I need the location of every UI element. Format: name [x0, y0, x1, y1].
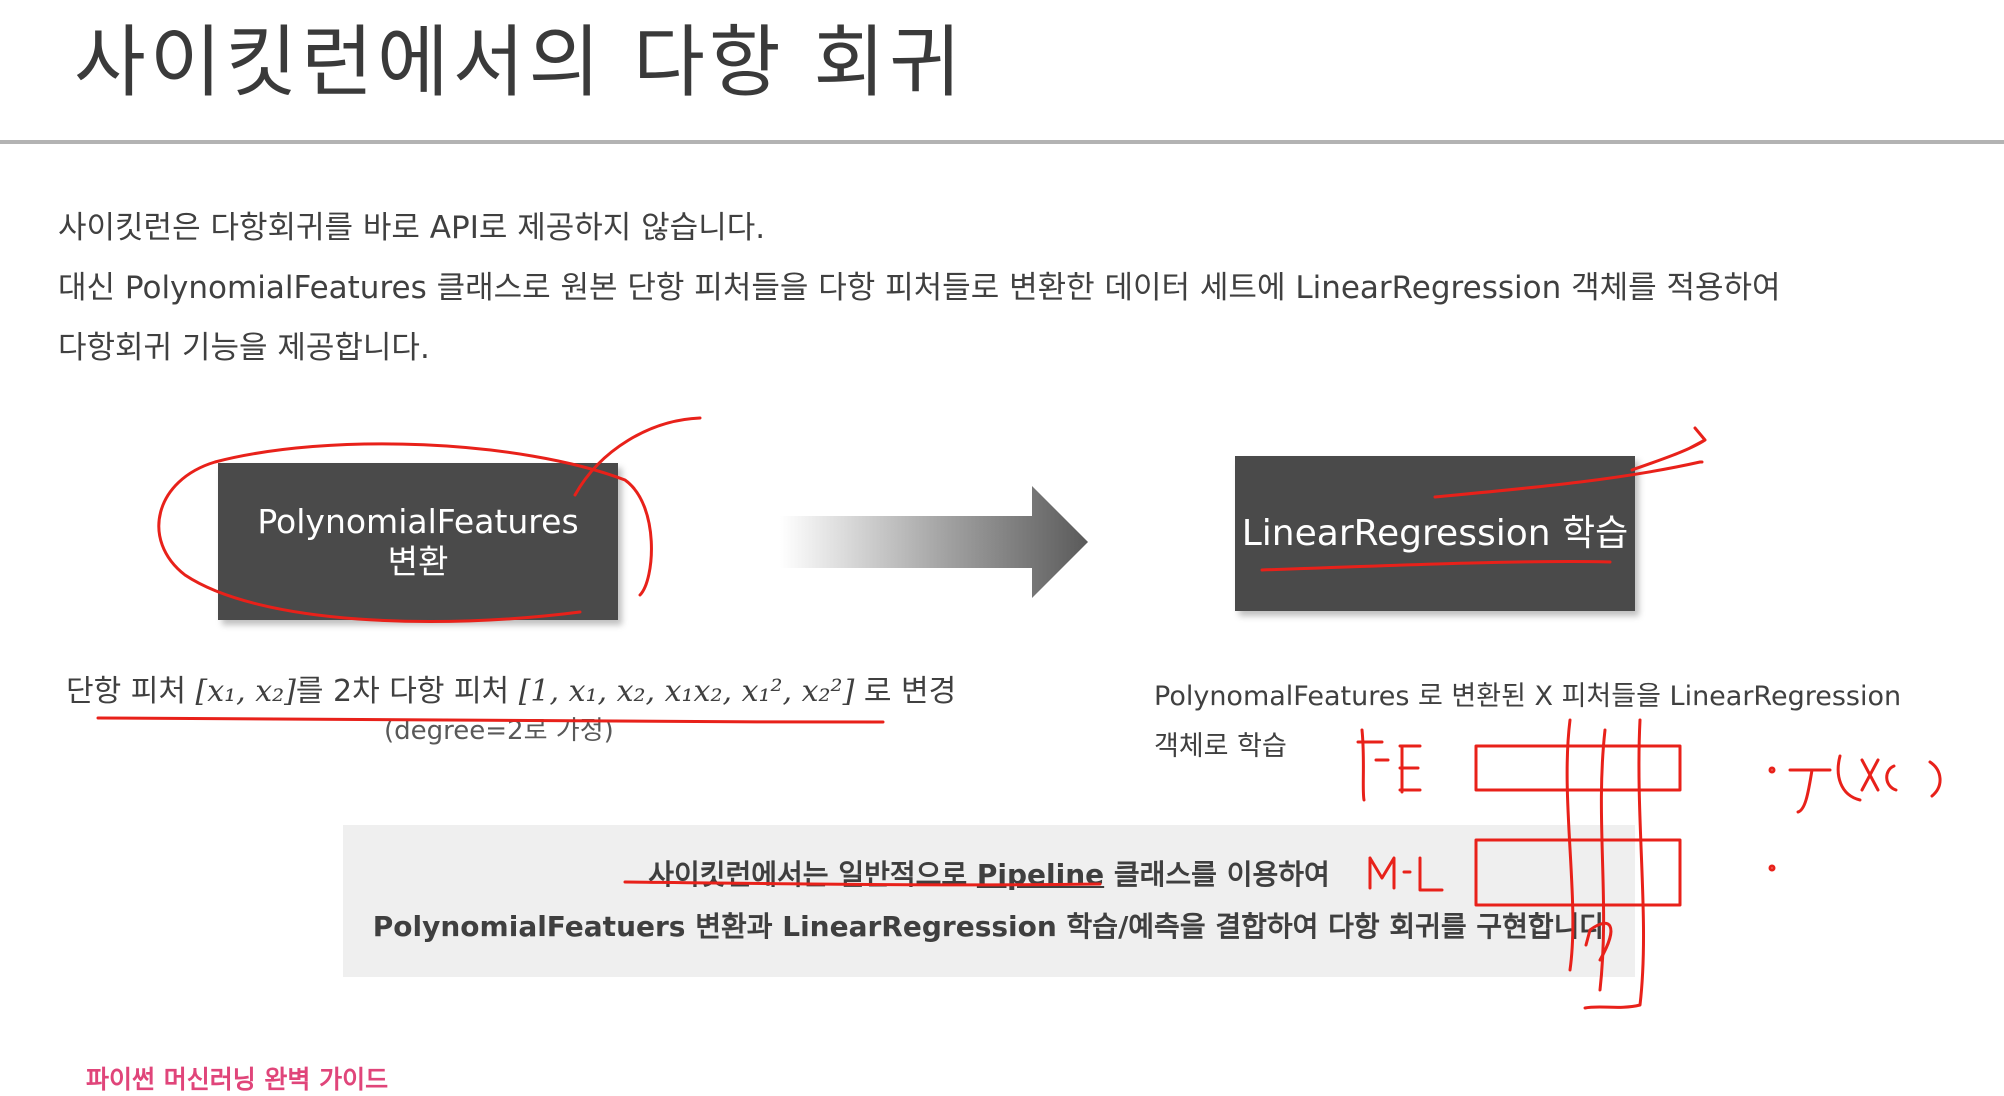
caption-left: 단항 피처 [x₁, x₂]를 2차 다항 피처 [1, x₁, x₂, x₁x…	[66, 666, 956, 710]
pipeline-note-line2: PolynomialFeatuers 변환과 LinearRegression …	[372, 910, 1606, 943]
caption-right: PolynomalFeatures 로 변환된 X 피처들을 LinearReg…	[1154, 672, 1901, 772]
caption-right-line1: PolynomalFeatures 로 변환된 X 피처들을 LinearReg…	[1154, 681, 1902, 712]
title-divider	[0, 140, 2004, 144]
caption-right-line2: 객체로 학습	[1154, 731, 1287, 762]
caption-left-degree-note: (degree=2로 가정)	[384, 716, 614, 746]
flow-arrow-icon	[780, 486, 1088, 598]
intro-line-2: 대신 PolynomialFeatures 클래스로 원본 단항 피처들을 다항…	[58, 270, 1781, 306]
caption-left-poly-features: [1, x₁, x₂, x₁x₂, x₁², x₂²]	[518, 674, 855, 709]
pipeline-link: Pipeline	[976, 858, 1105, 891]
polynomial-features-box-line2: 변환	[387, 541, 449, 581]
caption-left-suffix: 로 변경	[854, 674, 957, 709]
page-title: 사이킷런에서의 다항 회귀	[74, 18, 965, 108]
ink-arrow-right-box	[1630, 426, 1707, 472]
caption-left-middle: 를 2차 다항 피처	[295, 674, 519, 709]
intro-text: 사이킷런은 다항회귀를 바로 API로 제공하지 않습니다. 대신 Polyno…	[58, 198, 1958, 378]
pipeline-note-line1-post: 클래스를 이용하여	[1104, 858, 1330, 891]
intro-line-1: 사이킷런은 다항회귀를 바로 API로 제공하지 않습니다.	[58, 210, 766, 246]
pipeline-note-line1-pre: 사이킷런에서는 일반적으로	[648, 858, 977, 891]
pipeline-note-line1: 사이킷런에서는 일반적으로 Pipeline 클래스를 이용하여	[343, 849, 1635, 901]
caption-left-prefix: 단항 피처	[66, 674, 196, 709]
polynomial-features-box: PolynomialFeatures 변환	[218, 463, 618, 620]
footer-book-title: 파이썬 머신러닝 완벽 가이드	[86, 1065, 389, 1094]
linear-regression-box: LinearRegression 학습	[1235, 456, 1635, 611]
caption-left-single-features: [x₁, x₂]	[195, 674, 296, 709]
intro-line-3: 다항회귀 기능을 제공합니다.	[58, 330, 430, 366]
polynomial-features-box-line1: PolynomialFeatures	[257, 501, 579, 541]
pipeline-note: 사이킷런에서는 일반적으로 Pipeline 클래스를 이용하여 Polynom…	[343, 825, 1635, 977]
